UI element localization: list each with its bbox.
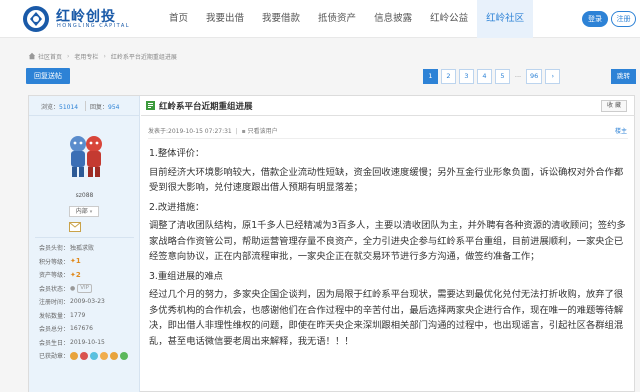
nav-home[interactable]: 首页 — [160, 0, 197, 38]
info-medals-row: 已获勋章： — [39, 349, 139, 363]
medals-list — [70, 351, 128, 360]
pagination: 1 2 3 4 5 ... 96 › — [423, 69, 563, 84]
post-content: 1.整体评价： 目前经济大环境影响较大，借款企业流动性短缺，资金回收速度缓慢；另… — [149, 146, 631, 353]
section-paragraph: 目前经济大环境影响较大，借款企业流动性短缺，资金回收速度缓慢；另外互金行业形象负… — [149, 166, 624, 194]
nav-disclosure[interactable]: 信息披露 — [365, 0, 421, 38]
post-container: 浏览：51014 回复：954 sz088 内部 ▾ 会员头衔： 独孤求败 积分… — [28, 95, 635, 392]
nav-community[interactable]: 红岭社区 — [477, 0, 534, 38]
medal-icon[interactable] — [70, 351, 78, 360]
replies-stat: 回复：954 — [90, 104, 120, 111]
breadcrumb-current: 红岭系平台近期重组进展 — [110, 53, 177, 61]
post-icon — [146, 101, 155, 110]
info-score-row: 会员总分： 167676 — [39, 325, 93, 334]
asset-level-icon: ✦2 — [70, 270, 81, 279]
medal-icon[interactable] — [100, 351, 108, 360]
author-info-list: 会员头衔： 独孤求败 积分等级： ✦1 资产等级： ✦2 会员状态： ● VIP … — [39, 241, 139, 363]
breadcrumb-separator: › — [103, 52, 106, 60]
post-meta: 发表于:2019-10-15 07:27:31 | ▪ 只看该用户 — [148, 128, 278, 135]
content-divider — [148, 138, 628, 139]
floor-label: 楼主 — [615, 128, 628, 135]
site-logo[interactable]: 红岭创投 HONGLING CAPITAL — [22, 5, 147, 33]
nav-borrow[interactable]: 我要借款 — [253, 0, 309, 38]
page-ellipsis: ... — [514, 71, 522, 79]
message-icon[interactable] — [69, 222, 81, 232]
page-button-last[interactable]: 96 — [526, 69, 543, 84]
filter-icon: ▪ — [241, 128, 246, 135]
section-heading: 3.重组进展的难点 — [149, 270, 223, 282]
info-divider — [35, 237, 134, 238]
page-button-1[interactable]: 1 — [423, 69, 438, 84]
medal-icon[interactable] — [80, 351, 88, 360]
logo-subtext: HONGLING CAPITAL — [57, 23, 131, 29]
nav-charity[interactable]: 红岭公益 — [421, 0, 477, 38]
author-panel: 浏览：51014 回复：954 sz088 内部 ▾ 会员头衔： 独孤求败 积分… — [29, 96, 140, 392]
site-header: 红岭创投 HONGLING CAPITAL 首页 我要出借 我要借款 抵债资产 … — [0, 0, 640, 38]
reply-post-button[interactable]: 回复送帖 — [26, 68, 70, 84]
author-name[interactable]: sz088 — [29, 192, 140, 199]
logo-mark-icon — [23, 6, 49, 32]
medal-icon[interactable] — [120, 351, 128, 360]
login-button[interactable]: 登录 — [582, 11, 608, 27]
breadcrumb-separator: › — [67, 52, 70, 60]
register-button[interactable]: 注册 — [611, 11, 636, 27]
author-role-badge[interactable]: 内部 ▾ — [69, 206, 99, 217]
home-icon — [28, 52, 36, 60]
post-title: 红岭系平台近期重组进展 — [159, 102, 253, 112]
medal-icon[interactable] — [110, 351, 118, 360]
info-asset-level-row: 资产等级： ✦2 — [39, 270, 81, 280]
page-button-5[interactable]: 5 — [495, 69, 510, 84]
medal-icon[interactable] — [90, 351, 98, 360]
post-title-bar: 红岭系平台近期重组进展 收 藏 — [141, 96, 635, 116]
info-points-level-row: 积分等级： ✦1 — [39, 257, 81, 266]
breadcrumb-section[interactable]: 老用专栏 — [74, 52, 98, 61]
section-paragraph: 调整了清收团队结构，原1千多人已经精减为3百多人，主要以清收团队为主，并外聘有各… — [149, 220, 626, 262]
page-button-4[interactable]: 4 — [477, 69, 492, 84]
only-author-link[interactable]: 只看该用户 — [248, 128, 278, 135]
info-birthday-row: 会员生日： 2019-10-15 — [39, 338, 105, 347]
section-paragraph: 经过几个月的努力，多家央企国企谈判，因为局限于红岭系平台现状，需要达到最优化兑付… — [149, 289, 624, 347]
collect-button[interactable]: 收 藏 — [601, 100, 627, 112]
nav-assets[interactable]: 抵债资产 — [309, 0, 365, 38]
page-button-2[interactable]: 2 — [441, 69, 456, 84]
vip-badge: VIP — [77, 283, 92, 293]
next-page-arrow[interactable]: › — [545, 69, 561, 84]
info-register-row: 注册时间： 2009-03-23 — [39, 298, 105, 307]
thread-stats: 浏览：51014 回复：954 — [29, 96, 140, 116]
section-heading: 2.改进措施： — [149, 201, 205, 213]
nav-lend[interactable]: 我要出借 — [197, 0, 253, 38]
breadcrumb-home[interactable]: 社区首页 — [38, 52, 62, 61]
post-date: 发表于:2019-10-15 07:27:31 — [148, 128, 232, 135]
info-title-row: 会员头衔： 独孤求败 — [39, 245, 95, 253]
stats-divider — [85, 101, 86, 111]
section-heading: 1.整体评价： — [149, 148, 205, 159]
status-icon: ● — [70, 284, 76, 292]
main-nav: 首页 我要出借 我要借款 抵债资产 信息披露 红岭公益 红岭社区 — [160, 0, 534, 38]
avatar[interactable] — [58, 130, 113, 180]
points-level-icon: ✦1 — [70, 257, 81, 266]
post-body-panel: 红岭系平台近期重组进展 收 藏 发表于:2019-10-15 07:27:31 … — [141, 96, 635, 392]
jump-button[interactable]: 跳转 — [611, 69, 636, 84]
page-button-3[interactable]: 3 — [459, 69, 474, 84]
breadcrumb: 社区首页 › 老用专栏 › 红岭系平台近期重组进展 — [28, 50, 177, 62]
views-stat: 浏览：51014 — [41, 104, 79, 111]
info-posts-row: 发帖数量： 1779 — [39, 311, 86, 320]
info-status-row: 会员状态： ● VIP — [39, 282, 139, 296]
